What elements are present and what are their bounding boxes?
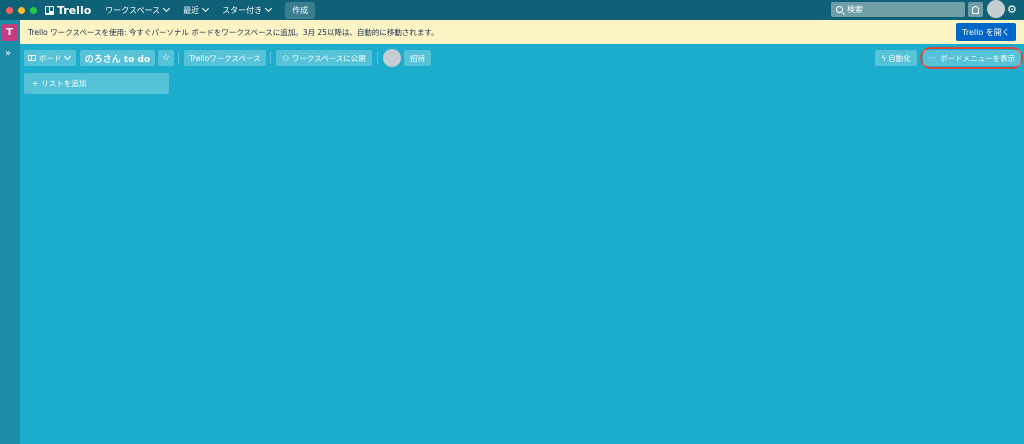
- create-button[interactable]: 作成: [285, 1, 316, 19]
- workspace-button[interactable]: Trelloワークスペース: [184, 50, 266, 66]
- chevron-down-icon: [202, 4, 210, 13]
- board-switcher-label: ボード: [39, 53, 62, 63]
- chevron-down-icon: [163, 4, 171, 13]
- nav-recent-label: 最近: [183, 5, 200, 15]
- visibility-label: ワークスペースに公開: [291, 53, 366, 63]
- trello-logo[interactable]: Trello: [45, 4, 91, 17]
- close-window-button[interactable]: [6, 6, 13, 14]
- window-controls: [6, 6, 37, 14]
- open-trello-button[interactable]: Trello を開く: [956, 23, 1016, 41]
- user-avatar[interactable]: [987, 0, 1005, 18]
- automation-button[interactable]: ϟ 自動化: [875, 50, 917, 66]
- show-board-menu-button[interactable]: ··· ボードメニューを表示: [923, 50, 1021, 66]
- board-icon: [28, 55, 36, 61]
- people-icon: ⚇: [282, 53, 289, 63]
- header-divider: [178, 52, 179, 64]
- nav-workspaces-label: ワークスペース: [105, 5, 161, 15]
- member-avatar[interactable]: [383, 49, 401, 67]
- nav-recent[interactable]: 最近: [183, 4, 210, 16]
- chevron-down-icon: [63, 52, 71, 61]
- board-switcher-button[interactable]: ボード: [24, 50, 76, 66]
- show-board-menu-label: ボードメニューを表示: [940, 53, 1016, 63]
- nav-workspaces[interactable]: ワークスペース: [105, 4, 171, 16]
- expand-sidebar-icon[interactable]: »: [5, 48, 11, 59]
- gear-icon[interactable]: ⚙: [1007, 3, 1017, 17]
- search-input[interactable]: 検索: [831, 2, 965, 17]
- search-icon: [836, 6, 843, 13]
- bell-icon: [972, 5, 979, 14]
- workspace-banner: Trello ワークスペースを使用: 今すぐパーソナル ボードをワークスペースに…: [0, 20, 1024, 44]
- board-title[interactable]: のろさん to do: [80, 50, 155, 66]
- automation-label: 自動化: [888, 53, 911, 63]
- lightning-icon: ϟ: [881, 53, 887, 63]
- workspace-sidebar: [0, 20, 20, 444]
- trello-logo-icon: [45, 5, 54, 15]
- visibility-button[interactable]: ⚇ ワークスペースに公開: [276, 50, 372, 66]
- more-icon: ···: [928, 53, 937, 63]
- chevron-down-icon: [265, 4, 273, 13]
- plus-icon: +: [32, 79, 39, 88]
- invite-button[interactable]: 招待: [404, 50, 431, 66]
- workspace-badge[interactable]: T: [1, 24, 18, 41]
- nav-starred-label: スター付き: [222, 5, 263, 15]
- search-placeholder: 検索: [847, 5, 863, 14]
- banner-text: Trello ワークスペースを使用: 今すぐパーソナル ボードをワークスペースに…: [28, 27, 439, 37]
- add-list-button[interactable]: + リストを追加: [24, 73, 169, 94]
- header-divider: [270, 52, 271, 64]
- star-icon[interactable]: ☆: [158, 50, 174, 66]
- minimize-window-button[interactable]: [18, 6, 25, 14]
- maximize-window-button[interactable]: [30, 6, 37, 14]
- header-divider: [377, 52, 378, 64]
- app-name: Trello: [57, 3, 92, 17]
- notifications-button[interactable]: [968, 2, 983, 17]
- add-list-label: リストを追加: [41, 79, 87, 88]
- nav-starred[interactable]: スター付き: [222, 4, 273, 16]
